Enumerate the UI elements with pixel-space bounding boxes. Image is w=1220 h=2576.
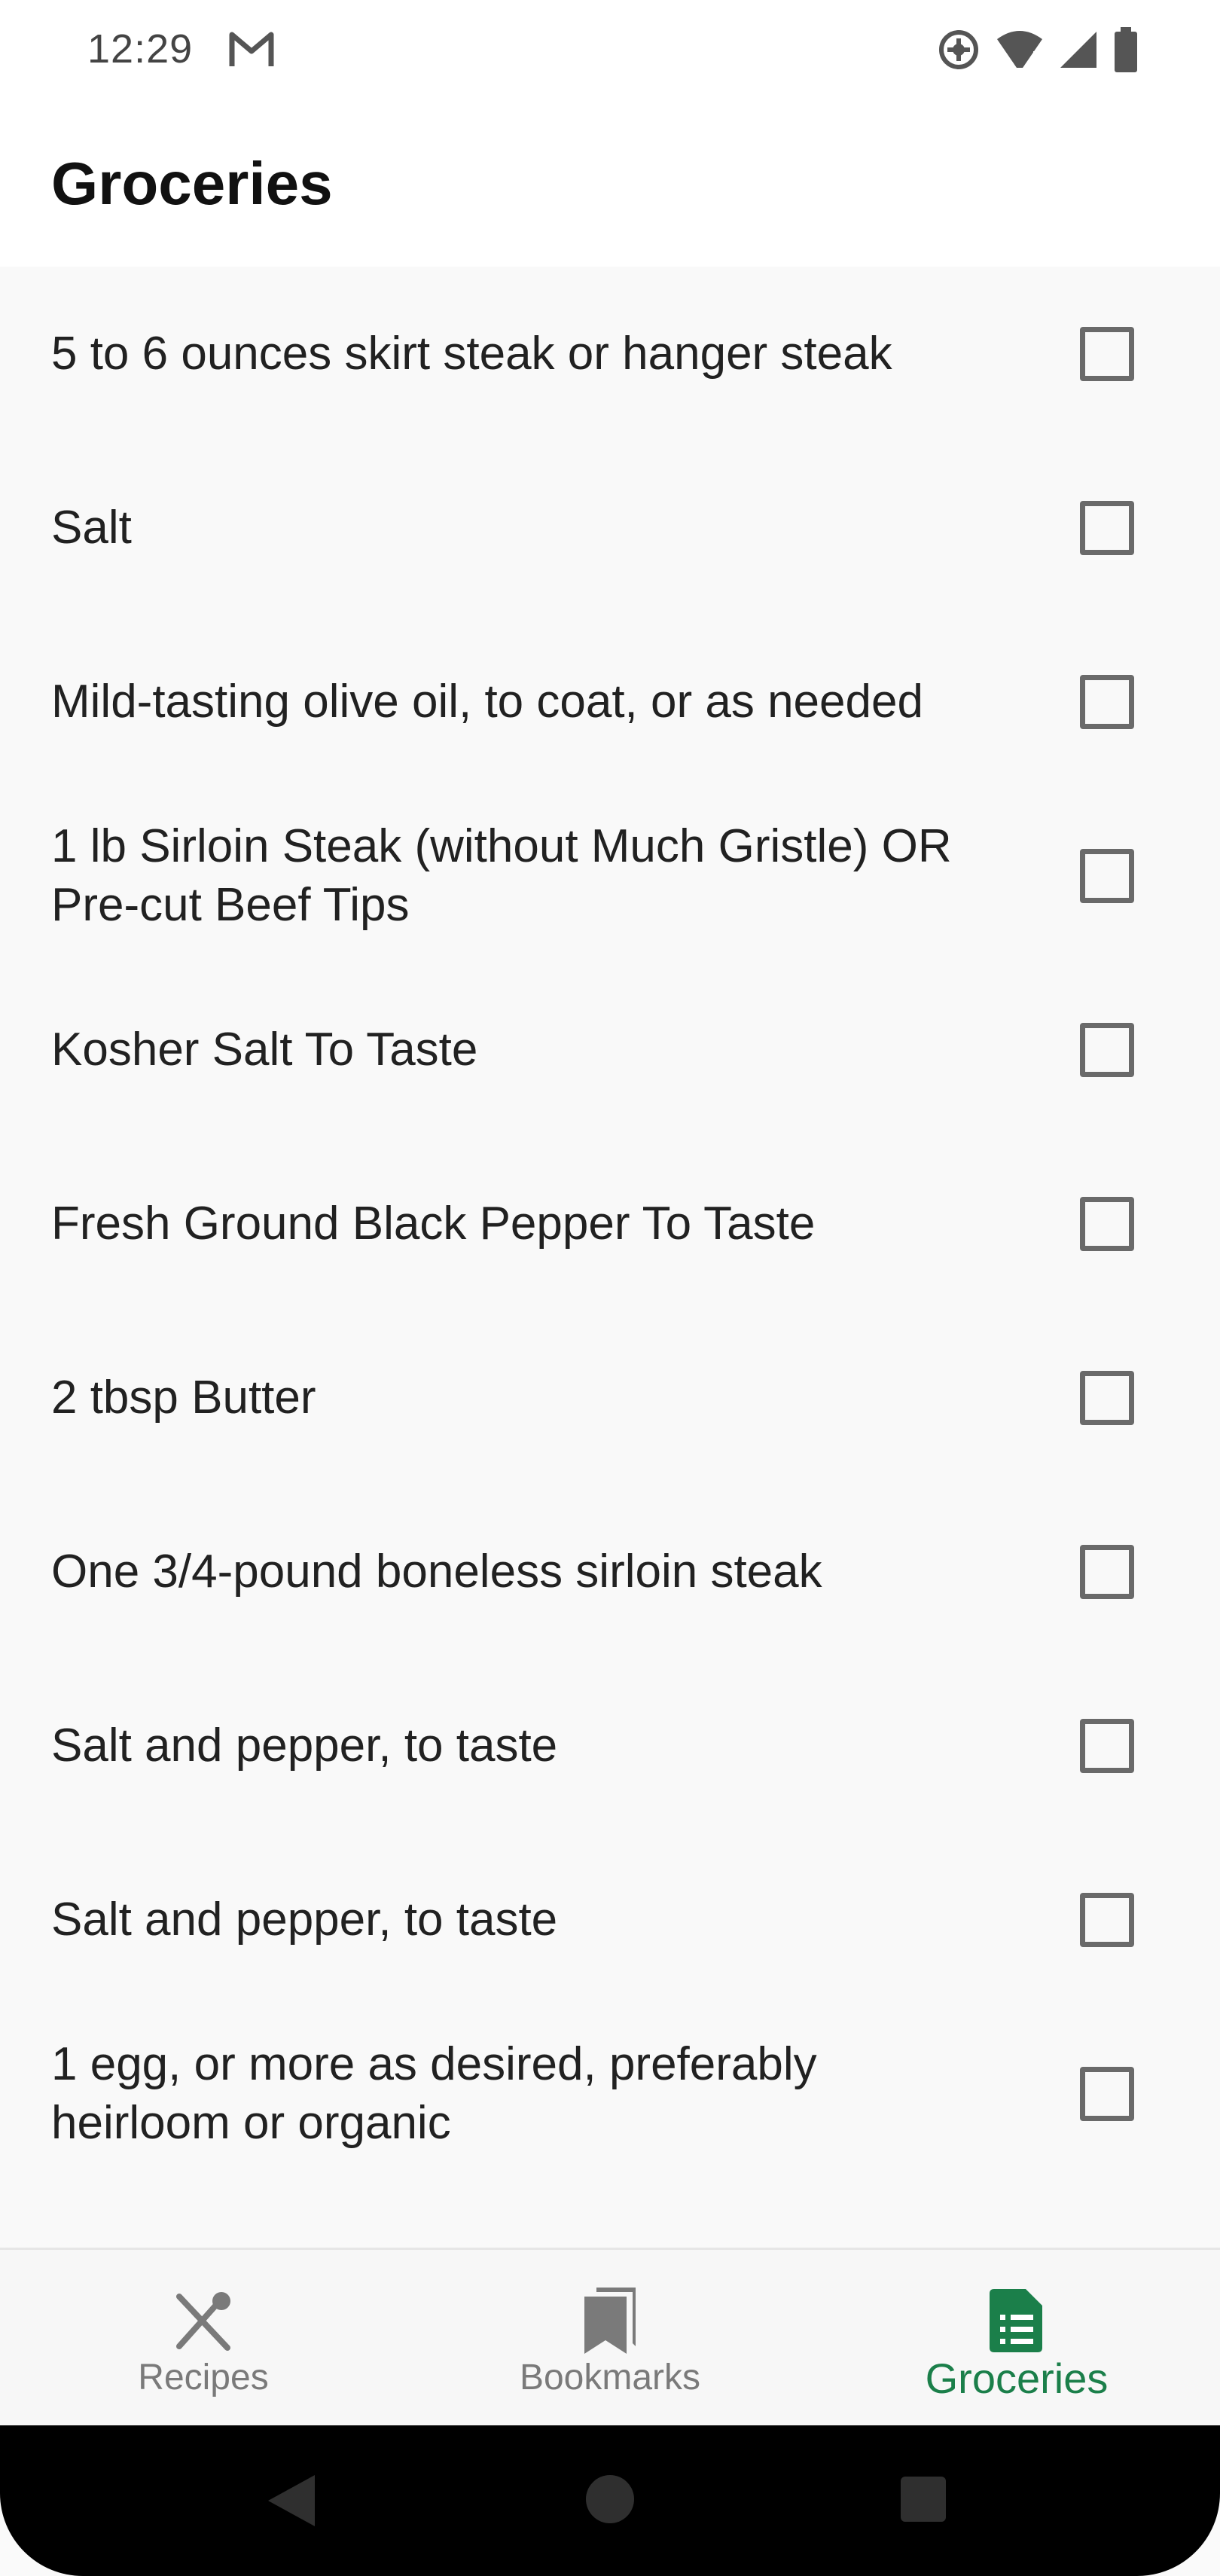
list-item[interactable]: 5 to 6 ounces skirt steak or hanger stea… <box>0 267 1220 441</box>
item-label: 2 tbsp Butter <box>51 1371 316 1424</box>
status-time: 12:29 <box>87 26 194 72</box>
grocery-list: 5 to 6 ounces skirt steak or hanger stea… <box>0 267 1220 2248</box>
item-label: 5 to 6 ounces skirt steak or hanger stea… <box>51 327 892 380</box>
home-icon[interactable] <box>586 2475 634 2523</box>
item-label: Salt and pepper, to taste <box>51 1893 558 1946</box>
nav-label: Bookmarks <box>519 2358 701 2397</box>
item-checkbox[interactable] <box>1080 1022 1134 1077</box>
list-item[interactable]: Salt <box>0 441 1220 615</box>
item-label: Mild-tasting olive oil, to coat, or as n… <box>51 675 923 728</box>
signal-icon <box>1060 32 1096 68</box>
app-bar: Groceries <box>0 102 1220 267</box>
recents-icon[interactable] <box>901 2477 946 2522</box>
sync-icon <box>939 30 978 69</box>
bottom-navigation: Recipes Bookmarks Groceries <box>0 2248 1220 2425</box>
list-item[interactable]: 2 tbsp Butter <box>0 1311 1220 1485</box>
item-checkbox[interactable] <box>1080 1370 1134 1425</box>
item-checkbox[interactable] <box>1080 674 1134 729</box>
item-checkbox[interactable] <box>1080 848 1134 903</box>
list-doc-icon <box>979 2283 1054 2358</box>
item-label: Kosher Salt To Taste <box>51 1023 478 1076</box>
item-checkbox[interactable] <box>1080 1718 1134 1773</box>
item-checkbox[interactable] <box>1080 326 1134 381</box>
system-navigation-bar <box>0 2425 1220 2576</box>
status-bar: 12:29 <box>0 0 1220 102</box>
item-label: 1 lb Sirloin Steak (without Much Gristle… <box>51 819 952 931</box>
list-item[interactable]: Kosher Salt To Taste <box>0 963 1220 1137</box>
item-checkbox[interactable] <box>1080 2066 1134 2121</box>
item-checkbox[interactable] <box>1080 1544 1134 1599</box>
item-label: Salt and pepper, to taste <box>51 1719 558 1772</box>
item-label: Fresh Ground Black Pepper To Taste <box>51 1197 816 1250</box>
nav-label: Recipes <box>138 2358 269 2397</box>
item-checkbox[interactable] <box>1080 1196 1134 1251</box>
list-item[interactable]: One 3/4-pound boneless sirloin steak <box>0 1485 1220 1659</box>
fork-knife-icon <box>166 2283 241 2358</box>
status-icons <box>937 27 1139 72</box>
nav-recipes[interactable]: Recipes <box>0 2250 407 2428</box>
page-title: Groceries <box>51 150 333 217</box>
bookmarks-icon <box>572 2283 648 2358</box>
screen: 12:29 Groceries 5 to 6 ounces skirt stea… <box>0 0 1220 2576</box>
gmail-icon <box>229 32 274 66</box>
list-item[interactable]: 1 egg, or more as desired, preferably he… <box>0 2007 1220 2181</box>
list-item[interactable]: Fresh Ground Black Pepper To Taste <box>0 1137 1220 1311</box>
item-label: 1 egg, or more as desired, preferably he… <box>51 2037 817 2149</box>
list-item[interactable]: Mild-tasting olive oil, to coat, or as n… <box>0 615 1220 789</box>
nav-label: Groceries <box>925 2355 1109 2402</box>
battery-icon <box>1115 27 1137 72</box>
back-icon[interactable] <box>265 2472 318 2529</box>
nav-bookmarks[interactable]: Bookmarks <box>407 2250 813 2428</box>
list-item[interactable]: Salt and pepper, to taste <box>0 1833 1220 2007</box>
item-label: One 3/4-pound boneless sirloin steak <box>51 1545 822 1598</box>
item-checkbox[interactable] <box>1080 1892 1134 1947</box>
nav-groceries[interactable]: Groceries <box>813 2250 1220 2428</box>
list-item[interactable]: Salt and pepper, to taste <box>0 1659 1220 1833</box>
item-label: Salt <box>51 501 132 554</box>
wifi-icon <box>997 31 1042 69</box>
item-checkbox[interactable] <box>1080 500 1134 555</box>
list-item[interactable]: 1 lb Sirloin Steak (without Much Gristle… <box>0 789 1220 963</box>
